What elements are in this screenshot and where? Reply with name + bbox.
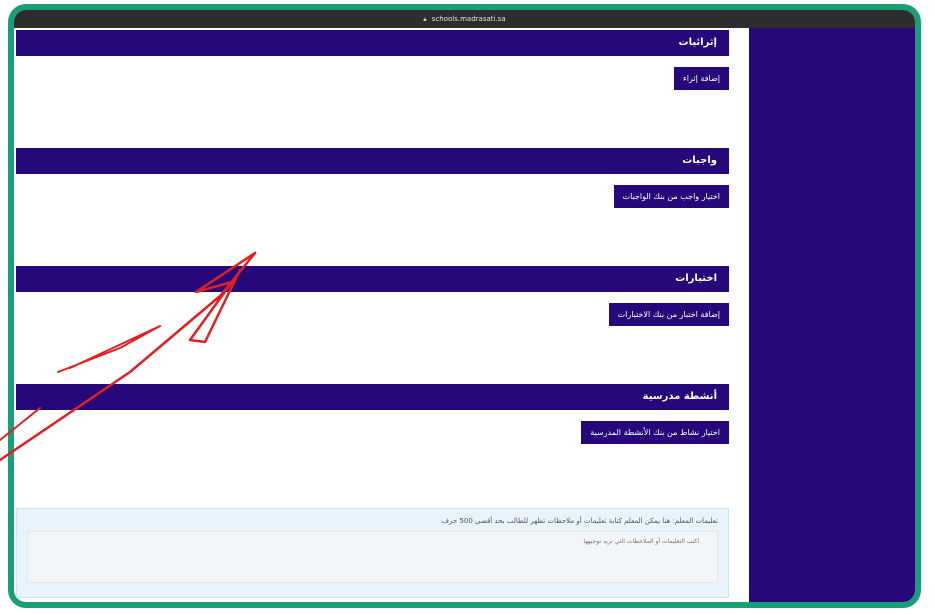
add-enrichment-button[interactable]: إضافة إثراء	[674, 67, 729, 90]
teacher-notes-input[interactable]	[27, 531, 718, 583]
sidebar-panel	[749, 28, 915, 602]
url-text: schools.madrasati.sa	[431, 15, 506, 23]
section-header-homework: واجبات	[16, 148, 729, 174]
section-activities: أنشطة مدرسية اختيار نشاط من بنك الأنشطة …	[16, 384, 729, 502]
teacher-notes-box: تعليمات المعلم: هنا يمكن المعلم كتابة تع…	[16, 508, 729, 598]
add-exam-button[interactable]: إضافة اختبار من بنك الاختبارات	[608, 303, 729, 326]
lock-icon: 🔒︎	[423, 16, 427, 23]
teacher-notes-label: تعليمات المعلم: هنا يمكن المعلم كتابة تع…	[441, 517, 718, 525]
section-exams: اختبارات إضافة اختبار من بنك الاختبارات	[16, 266, 729, 384]
browser-address-bar[interactable]: 🔒︎ schools.madrasati.sa	[14, 10, 915, 28]
section-header-exams: اختبارات	[16, 266, 729, 292]
choose-activity-button[interactable]: اختيار نشاط من بنك الأنشطة المدرسية	[581, 421, 729, 444]
section-header-enrichments: إثرائيات	[16, 30, 729, 56]
choose-homework-button[interactable]: اختيار واجب من بنك الواجبات	[613, 185, 729, 208]
section-header-activities: أنشطة مدرسية	[16, 384, 729, 410]
section-enrichments: إثرائيات إضافة إثراء	[16, 30, 729, 148]
section-homework: واجبات اختيار واجب من بنك الواجبات	[16, 148, 729, 266]
